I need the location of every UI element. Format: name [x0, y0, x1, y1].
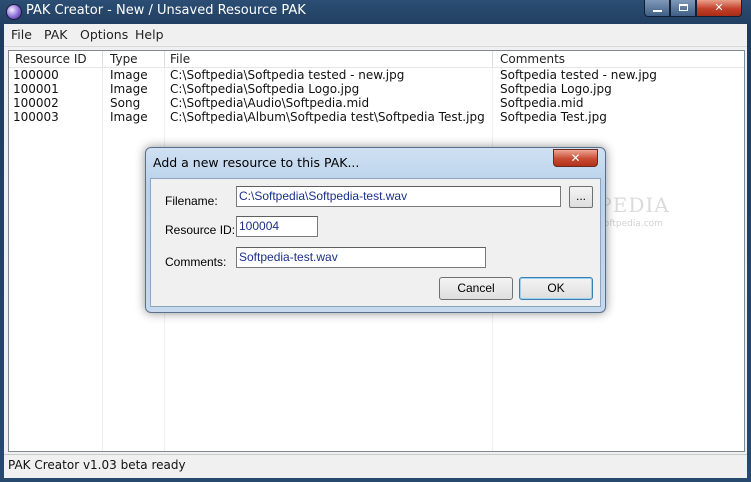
minimize-icon	[653, 10, 662, 12]
comments-label: Comments:	[165, 255, 227, 269]
menu-help[interactable]: Help	[135, 27, 164, 42]
resource-id-field[interactable]: 100004	[236, 216, 318, 237]
menu-file[interactable]: File	[11, 27, 32, 42]
cell-type: Song	[110, 96, 141, 110]
title-bar[interactable]: PAK Creator - New / Unsaved Resource PAK…	[0, 0, 751, 24]
table-row[interactable]: 100002 Song C:\Softpedia\Audio\Softpedia…	[9, 96, 744, 110]
menu-options[interactable]: Options	[80, 27, 128, 42]
menu-pak[interactable]: PAK	[44, 27, 68, 42]
maximize-button[interactable]	[670, 0, 696, 17]
comments-field[interactable]: Softpedia-test.wav	[236, 247, 486, 268]
filename-field[interactable]: C:\Softpedia\Softpedia-test.wav	[236, 186, 561, 207]
dialog-close-button[interactable]: ✕	[553, 149, 598, 167]
cell-resource-id: 100001	[13, 82, 59, 96]
dialog-title: Add a new resource to this PAK...	[153, 155, 360, 170]
resource-id-label: Resource ID:	[165, 223, 236, 237]
dialog-body: Filename: C:\Softpedia\Softpedia-test.wa…	[150, 178, 601, 307]
header-divider[interactable]	[164, 51, 165, 67]
table-row[interactable]: 100000 Image C:\Softpedia\Softpedia test…	[9, 68, 744, 82]
column-header-comments[interactable]: Comments	[500, 52, 565, 66]
status-text: PAK Creator v1.03 beta ready	[8, 458, 186, 472]
cell-comment: Softpedia Logo.jpg	[500, 82, 612, 96]
header-divider[interactable]	[102, 51, 103, 67]
table-row[interactable]: 100003 Image C:\Softpedia\Album\Softpedi…	[9, 110, 744, 124]
cell-type: Image	[110, 82, 148, 96]
browse-button[interactable]: ...	[569, 186, 593, 208]
cell-type: Image	[110, 110, 148, 124]
cell-comment: Softpedia Test.jpg	[500, 110, 607, 124]
cell-file: C:\Softpedia\Softpedia Logo.jpg	[170, 82, 360, 96]
app-icon[interactable]	[6, 4, 22, 20]
window-title: PAK Creator - New / Unsaved Resource PAK	[26, 3, 306, 18]
cell-type: Image	[110, 68, 148, 82]
menu-bar: File PAK Options Help	[4, 24, 747, 47]
close-icon: ✕	[570, 151, 581, 165]
filename-label: Filename:	[165, 194, 218, 208]
cell-comment: Softpedia tested - new.jpg	[500, 68, 657, 82]
column-header-type[interactable]: Type	[110, 52, 138, 66]
column-header-resource-id[interactable]: Resource ID	[15, 52, 87, 66]
cell-resource-id: 100000	[13, 68, 59, 82]
minimize-button[interactable]	[644, 0, 670, 17]
close-button[interactable]: ✕	[696, 0, 742, 17]
maximize-icon	[679, 4, 688, 11]
list-header: Resource ID Type File Comments	[9, 51, 744, 68]
table-row[interactable]: 100001 Image C:\Softpedia\Softpedia Logo…	[9, 82, 744, 96]
cell-file: C:\Softpedia\Softpedia tested - new.jpg	[170, 68, 405, 82]
header-divider[interactable]	[492, 51, 493, 67]
column-header-file[interactable]: File	[170, 52, 190, 66]
cell-resource-id: 100002	[13, 96, 59, 110]
cell-resource-id: 100003	[13, 110, 59, 124]
status-bar: PAK Creator v1.03 beta ready	[4, 454, 747, 477]
ok-button[interactable]: OK	[519, 277, 593, 300]
cell-comment: Softpedia.mid	[500, 96, 584, 110]
cancel-button[interactable]: Cancel	[439, 277, 513, 300]
cell-file: C:\Softpedia\Audio\Softpedia.mid	[170, 96, 370, 110]
add-resource-dialog: Add a new resource to this PAK... ✕ File…	[145, 147, 606, 313]
close-icon: ✕	[714, 1, 724, 14]
cell-file: C:\Softpedia\Album\Softpedia test\Softpe…	[170, 110, 485, 124]
